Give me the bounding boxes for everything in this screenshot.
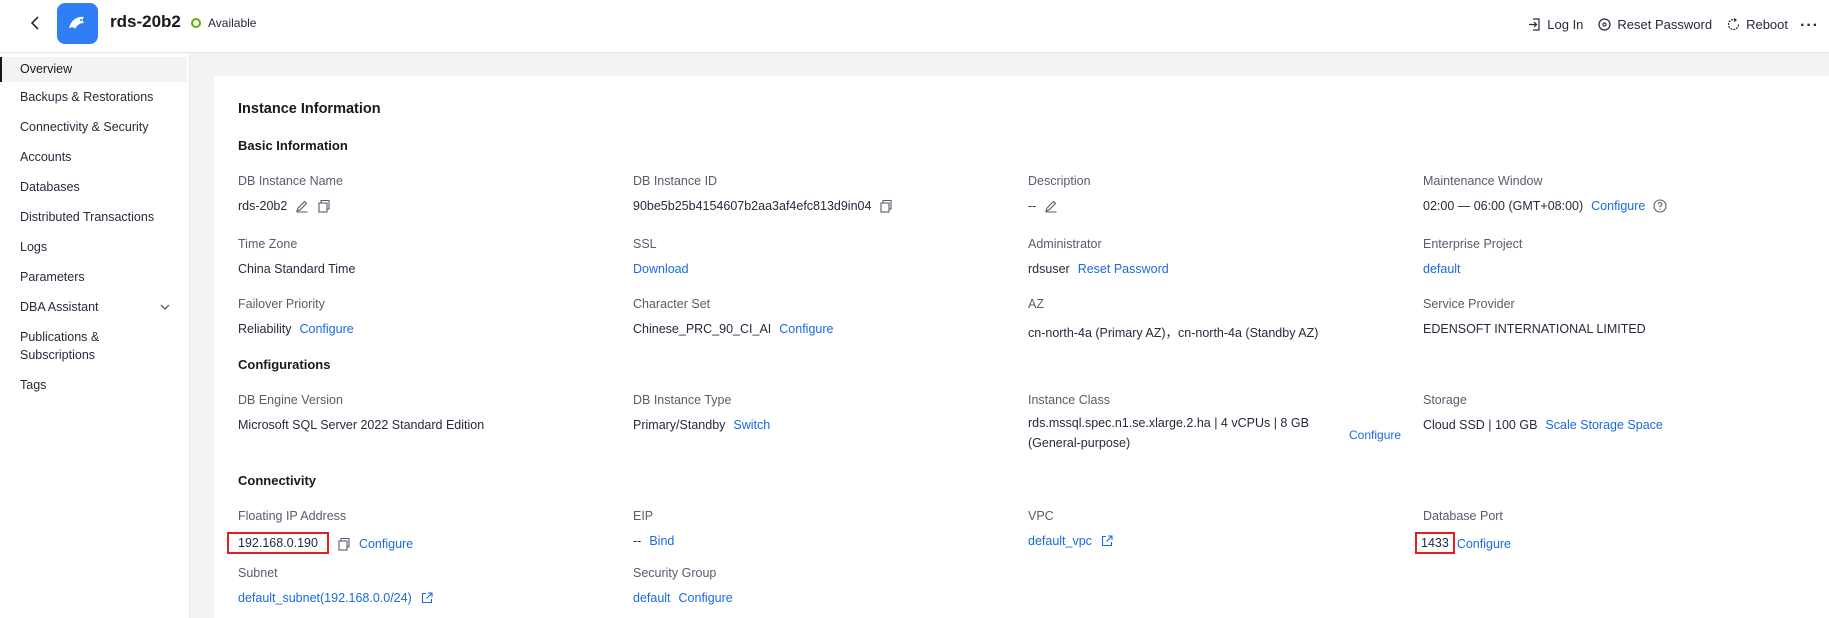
reset-password-button[interactable]: Reset Password — [1597, 17, 1712, 32]
subnet-link[interactable]: default_subnet(192.168.0.0/24) — [238, 591, 412, 605]
failover-configure-link[interactable]: Configure — [300, 322, 354, 336]
field-enterprise-project: Enterprise Project default — [1423, 237, 1523, 276]
vpc-link[interactable]: default_vpc — [1028, 534, 1092, 548]
sidebar: Overview Backups & Restorations Connecti… — [0, 54, 190, 618]
copy-icon[interactable] — [337, 537, 351, 551]
header-actions: Log In Reset Password Reboot — [1527, 17, 1788, 32]
field-maintenance-window: Maintenance Window 02:00 — 06:00 (GMT+08… — [1423, 174, 1803, 213]
more-options-icon[interactable]: ··· — [1800, 17, 1819, 35]
external-link-icon[interactable] — [420, 591, 434, 605]
field-engine-version: DB Engine Version Microsoft SQL Server 2… — [238, 393, 485, 432]
chevron-down-icon — [160, 304, 170, 310]
instance-class-configure-link[interactable]: Configure — [1349, 428, 1401, 442]
sidebar-item-backups[interactable]: Backups & Restorations — [0, 82, 189, 112]
enterprise-project-link[interactable]: default — [1423, 262, 1461, 276]
security-group-link[interactable]: default — [633, 591, 671, 605]
floating-ip-value: 192.168.0.190 — [227, 532, 329, 554]
sidebar-item-tags[interactable]: Tags — [0, 370, 189, 400]
sidebar-item-connectivity[interactable]: Connectivity & Security — [0, 112, 189, 142]
field-az: AZ cn-north-4a (Primary AZ)，cn-north-4a … — [1028, 297, 1319, 340]
field-vpc: VPC default_vpc — [1028, 509, 1408, 548]
instance-type-switch-link[interactable]: Switch — [733, 418, 770, 432]
edit-icon[interactable] — [295, 199, 309, 213]
field-ssl: SSL Download — [633, 237, 689, 276]
status-dot-icon — [191, 18, 201, 28]
field-instance-type: DB Instance Type Primary/Standby Switch — [633, 393, 771, 432]
field-database-port: Database Port 1433 Configure — [1415, 509, 1803, 554]
field-security-group: Security Group default Configure — [633, 566, 733, 605]
floating-ip-configure-link[interactable]: Configure — [359, 537, 413, 551]
top-header: rds-20b2 Available Log In Reset Password… — [0, 0, 1829, 53]
instance-info-card: Instance Information Basic Information D… — [214, 76, 1829, 618]
field-service-provider: Service Provider EDENSOFT INTERNATIONAL … — [1423, 297, 1646, 336]
status-badge: Available — [191, 16, 256, 30]
sidebar-item-distributed-transactions[interactable]: Distributed Transactions — [0, 202, 189, 232]
sidebar-item-dba-assistant[interactable]: DBA Assistant — [0, 292, 189, 322]
field-instance-name: DB Instance Name rds-20b2 — [238, 174, 343, 213]
security-group-configure-link[interactable]: Configure — [679, 591, 733, 605]
sidebar-item-logs[interactable]: Logs — [0, 232, 189, 262]
section-basic-title: Basic Information — [238, 138, 348, 153]
field-subnet: Subnet default_subnet(192.168.0.0/24) — [238, 566, 618, 605]
field-eip: EIP -- Bind — [633, 509, 675, 548]
scale-storage-link[interactable]: Scale Storage Space — [1545, 418, 1662, 432]
field-failover-priority: Failover Priority Reliability Configure — [238, 297, 354, 336]
status-text: Available — [208, 16, 257, 30]
rds-logo — [57, 3, 98, 44]
reboot-icon — [1728, 18, 1740, 31]
maintenance-configure-link[interactable]: Configure — [1591, 199, 1645, 213]
sidebar-item-accounts[interactable]: Accounts — [0, 142, 189, 172]
field-floating-ip: Floating IP Address 192.168.0.190 Config… — [227, 509, 618, 554]
sidebar-item-databases[interactable]: Databases — [0, 172, 189, 202]
copy-icon[interactable] — [317, 199, 331, 213]
sidebar-item-publications[interactable]: Publications & Subscriptions — [0, 322, 189, 370]
section-configurations-title: Configurations — [238, 357, 331, 372]
external-link-icon[interactable] — [1100, 534, 1114, 548]
reboot-button[interactable]: Reboot — [1726, 17, 1788, 32]
reset-password-icon — [1598, 18, 1612, 31]
charset-configure-link[interactable]: Configure — [779, 322, 833, 336]
field-storage: Storage Cloud SSD | 100 GB Scale Storage… — [1423, 393, 1663, 432]
page-title: Instance Information — [238, 101, 381, 117]
sidebar-item-parameters[interactable]: Parameters — [0, 262, 189, 292]
back-arrow-icon[interactable] — [26, 13, 44, 33]
port-configure-link[interactable]: Configure — [1457, 537, 1511, 551]
ssl-download-link[interactable]: Download — [633, 262, 689, 276]
eip-bind-link[interactable]: Bind — [649, 534, 674, 548]
field-description: Description -- — [1028, 174, 1091, 213]
login-button[interactable]: Log In — [1527, 17, 1583, 32]
field-time-zone: Time Zone China Standard Time — [238, 237, 356, 276]
help-icon[interactable] — [1653, 199, 1667, 213]
dolphin-icon — [68, 16, 84, 29]
field-instance-class: Instance Class rds.mssql.spec.n1.se.xlar… — [1028, 393, 1402, 450]
sidebar-item-overview[interactable]: Overview — [0, 57, 187, 82]
field-instance-id: DB Instance ID 90be5b25b4154607b2aa3af4e… — [633, 174, 1013, 213]
section-connectivity-title: Connectivity — [238, 473, 317, 488]
admin-reset-password-link[interactable]: Reset Password — [1078, 262, 1169, 276]
edit-icon[interactable] — [1044, 199, 1058, 213]
login-icon — [1529, 18, 1540, 31]
field-character-set: Character Set Chinese_PRC_90_CI_AI Confi… — [633, 297, 834, 336]
copy-icon[interactable] — [879, 199, 893, 213]
field-administrator: Administrator rdsuser Reset Password — [1028, 237, 1169, 276]
database-port-value: 1433 — [1415, 532, 1455, 554]
instance-title: rds-20b2 — [110, 12, 181, 31]
